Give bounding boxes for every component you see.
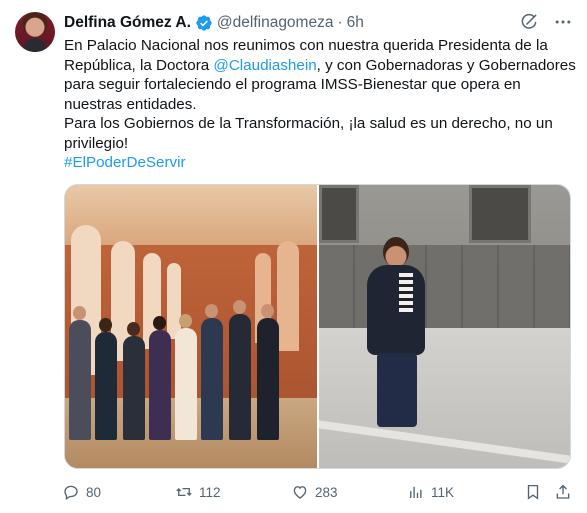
tweet-line: Para los Gobiernos de la Transformación,… [64,115,553,132]
tweet-line: República, la Doctora @Claudiashein, y c… [64,56,576,76]
more-icon[interactable] [553,12,573,32]
photo-group-meeting[interactable] [65,185,317,468]
reply-icon [62,483,80,501]
header-icons [519,12,573,32]
bookmark-button[interactable] [524,483,542,501]
action-bar: 80 112 283 11K [62,480,572,504]
reply-count: 80 [86,484,102,500]
mention-link[interactable]: @Claudiashein [213,57,316,74]
separator-dot: · [337,14,343,31]
grok-icon[interactable] [519,12,539,32]
photo-walking[interactable] [318,185,570,468]
tweet-line: nuestras entidades. [64,95,197,113]
tweet-text: En Palacio Nacional nos reunimos con nue… [64,36,576,173]
tweet-line: para seguir fortaleciendo el programa IM… [64,76,521,93]
avatar[interactable] [15,12,55,52]
views-button[interactable]: 11K [407,483,454,501]
like-count: 283 [315,484,338,500]
tweet-line: En Palacio Nacional nos reunimos con nue… [64,37,548,54]
tweet-line: privilegio! [64,134,129,152]
tweet-text-segment: , y con Gobernadoras y Gobernadores [316,56,576,74]
reply-button[interactable]: 80 [62,483,101,501]
tweet-text-segment: República, la Doctora [64,56,214,74]
media-grid [64,184,571,469]
retweet-icon [175,483,193,501]
timestamp[interactable]: 6h [347,14,364,32]
views-count: 11K [431,484,455,500]
retweet-button[interactable]: 112 [175,483,221,501]
tweet[interactable]: Delfina Gómez A. @delfinagomeza · 6h En … [0,0,587,513]
bookmark-icon [524,483,542,501]
share-button[interactable] [554,483,572,501]
share-icon [554,483,572,501]
like-button[interactable]: 283 [291,483,338,501]
hashtag-link[interactable]: #ElPoderDeServir [64,153,574,173]
author-handle[interactable]: @delfinagomeza [217,14,334,32]
tweet-header: Delfina Gómez A. @delfinagomeza · 6h [64,13,364,33]
retweet-count: 112 [199,484,221,500]
heart-icon [291,483,309,501]
author-name[interactable]: Delfina Gómez A. [64,14,191,32]
views-icon [407,483,425,501]
verified-badge-icon[interactable] [195,14,213,32]
